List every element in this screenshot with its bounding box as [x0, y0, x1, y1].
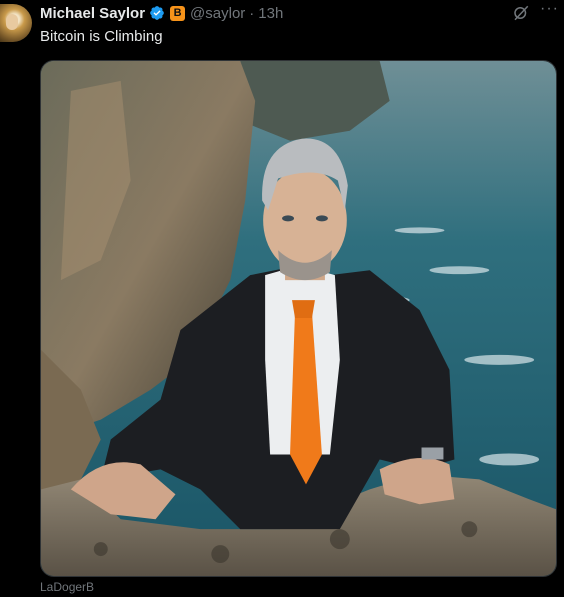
author-handle[interactable]: @saylor	[190, 5, 245, 22]
bitcoin-b-icon[interactable]: B	[170, 5, 186, 21]
avatar-face	[6, 14, 18, 30]
verified-badge-icon[interactable]	[149, 5, 165, 21]
grok-icon[interactable]	[512, 4, 530, 22]
post-header: Michael Saylor B @saylor · 13h	[40, 4, 283, 22]
more-options-icon[interactable]: ···	[540, 1, 558, 21]
author-name[interactable]: Michael Saylor	[40, 5, 145, 22]
post-text: Bitcoin is Climbing	[40, 28, 163, 45]
post-photo[interactable]	[40, 60, 557, 577]
post-timestamp[interactable]: 13h	[258, 5, 283, 22]
author-avatar[interactable]	[0, 4, 32, 42]
separator-dot: ·	[249, 4, 255, 22]
image-credit: LaDogerB	[40, 580, 95, 594]
photo-climber-on-cliff	[41, 61, 556, 576]
